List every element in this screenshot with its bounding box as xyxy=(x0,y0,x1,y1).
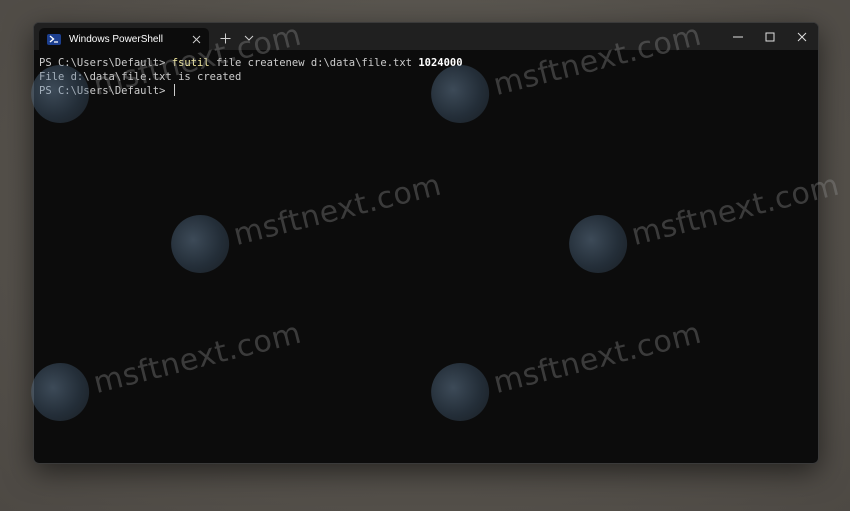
tab-windows-powershell[interactable]: Windows PowerShell xyxy=(39,28,209,50)
close-button[interactable] xyxy=(786,23,818,50)
terminal-line-3: PS C:\Users\Default> xyxy=(39,84,809,98)
prompt: PS C:\Users\Default> xyxy=(39,85,172,97)
close-icon xyxy=(797,32,807,41)
powershell-icon xyxy=(47,33,61,45)
minimize-icon xyxy=(733,36,743,37)
command-name: fsutil xyxy=(171,57,210,69)
tab-title: Windows PowerShell xyxy=(69,33,163,45)
maximize-button[interactable] xyxy=(754,23,786,50)
terminal-output[interactable]: PS C:\Users\Default> fsutil file createn… xyxy=(39,56,809,456)
command-number: 1024000 xyxy=(418,57,463,69)
terminal-line-1: PS C:\Users\Default> fsutil file createn… xyxy=(39,56,809,70)
terminal-line-2: File d:\data\file.txt is created xyxy=(39,70,809,84)
minimize-button[interactable] xyxy=(722,23,754,50)
command-args: file createnew d:\data\file.txt xyxy=(209,57,419,69)
prompt: PS C:\Users\Default> xyxy=(39,57,172,69)
title-bar[interactable]: Windows PowerShell xyxy=(34,23,818,50)
maximize-icon xyxy=(765,32,775,41)
chevron-down-icon[interactable] xyxy=(241,30,257,46)
output-text: File d:\data\file.txt is created xyxy=(39,71,242,83)
tab-close-icon[interactable] xyxy=(189,32,203,46)
new-tab-plus-icon[interactable] xyxy=(217,30,233,46)
text-cursor xyxy=(173,84,175,96)
terminal-window[interactable]: Windows PowerShell PS C:\Users\Default> … xyxy=(33,22,819,464)
